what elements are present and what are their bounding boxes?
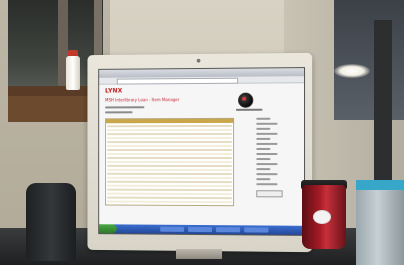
blurred-text-line: [105, 106, 144, 108]
site-logo: LYNX: [105, 87, 127, 95]
sidebar-line: [256, 138, 270, 140]
table-row: [107, 169, 232, 171]
sidebar-line: [256, 148, 270, 150]
table-row: [107, 149, 232, 151]
table-row: [107, 201, 232, 204]
monitor-stand: [176, 249, 222, 259]
monitor: ● LYNX MSH Interlibrary Loan - Item Mana…: [87, 53, 312, 252]
table-row: [107, 181, 232, 183]
sidebar-line: [256, 133, 277, 135]
sidebar-line: [256, 178, 270, 180]
background-room: [334, 0, 404, 120]
container: [356, 190, 404, 265]
table-row: [107, 141, 232, 143]
photo-scene: ● LYNX MSH Interlibrary Loan - Item Mana…: [0, 0, 404, 265]
table-header: [106, 119, 233, 123]
taskbar-item: [216, 227, 240, 232]
table-row: [107, 161, 232, 163]
disc-caption: [236, 109, 262, 111]
blurred-text-line: [105, 111, 132, 113]
table-row: [107, 197, 232, 200]
sidebar-line: [256, 168, 270, 170]
table-row: [107, 189, 232, 191]
sidebar-line: [256, 158, 270, 160]
disc-graphic: [238, 93, 253, 108]
table-row: [107, 185, 232, 187]
taskbar: [99, 224, 304, 235]
mug-logo: [313, 210, 331, 224]
data-table: [105, 118, 234, 206]
sidebar-line: [256, 143, 277, 145]
table-row: [107, 133, 232, 135]
taskbar-item: [188, 227, 212, 232]
start-button: [99, 224, 117, 233]
table-row: [107, 173, 232, 175]
sidebar-line: [256, 163, 277, 165]
monitor-screen: LYNX MSH Interlibrary Loan - Item Manage…: [98, 67, 305, 236]
disc-dot: [242, 97, 246, 101]
bottle: [66, 56, 80, 90]
sidebar-input: [256, 190, 282, 197]
table-row: [107, 125, 232, 127]
browser-addressbar: [99, 76, 304, 85]
table-row: [107, 137, 232, 139]
address-field: [117, 78, 238, 85]
sidebar: [254, 114, 291, 219]
page-title: MSH Interlibrary Loan - Item Manager: [105, 97, 234, 104]
table-row: [107, 153, 232, 155]
sidebar-line: [256, 123, 277, 125]
speaker: [26, 183, 76, 261]
taskbar-item: [244, 227, 268, 232]
monitor-brand-mark: ●: [87, 57, 312, 67]
table-row: [107, 157, 232, 159]
taskbar-item: [160, 227, 184, 232]
table-row: [107, 145, 232, 147]
sidebar-line: [256, 183, 277, 185]
table-row: [107, 129, 232, 131]
sidebar-line: [256, 153, 277, 155]
sidebar-line: [256, 118, 270, 120]
sidebar-line: [256, 173, 277, 175]
table-row: [107, 193, 232, 196]
sidebar-line: [256, 128, 270, 130]
table-row: [107, 177, 232, 179]
table-row: [107, 165, 232, 167]
ceiling-light: [334, 64, 370, 78]
